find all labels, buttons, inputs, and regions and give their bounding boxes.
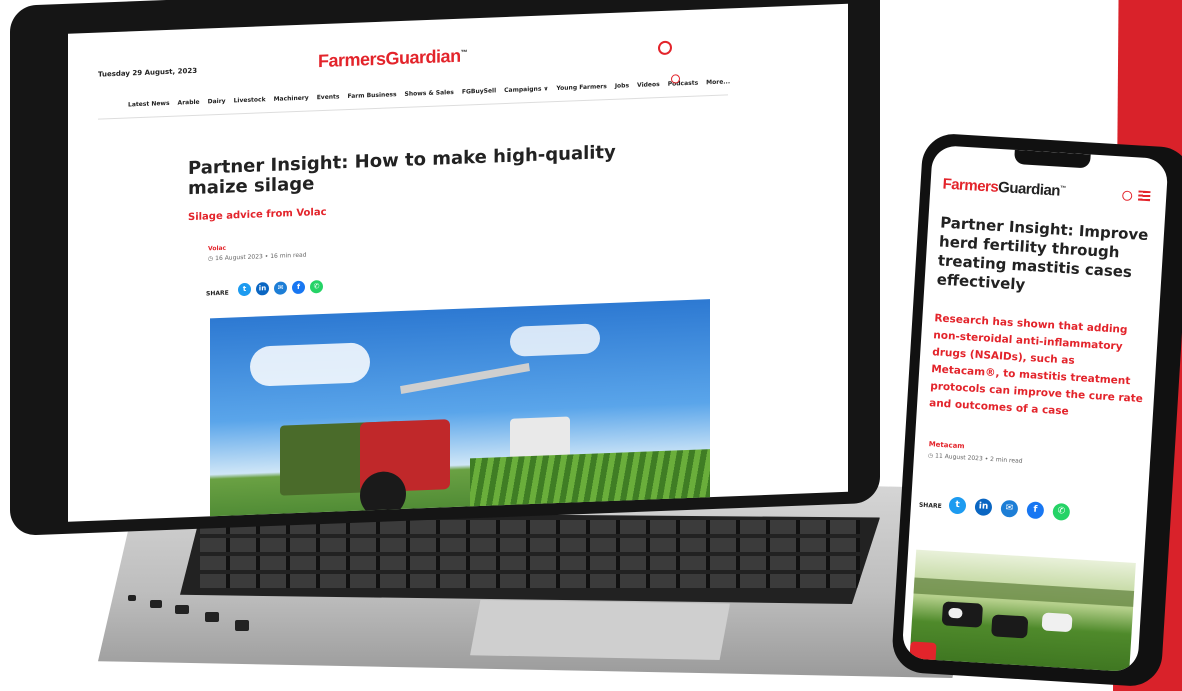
share-icons: t in ✉ f ✆ <box>238 279 323 297</box>
main-nav: Latest News Arable Dairy Livestock Machi… <box>128 78 730 108</box>
harvester-spout <box>400 363 530 394</box>
nav-campaigns[interactable]: Campaigns ∨ <box>504 85 548 94</box>
nav-events[interactable]: Events <box>317 93 340 101</box>
nav-machinery[interactable]: Machinery <box>274 95 309 103</box>
facebook-icon[interactable]: f <box>1026 501 1045 520</box>
article-hero-image <box>210 299 710 522</box>
phone-screen: FarmersGuardian™ Partner Insight: Improv… <box>901 144 1169 673</box>
phone-notch <box>1013 149 1091 169</box>
usb-port <box>128 595 136 601</box>
email-icon[interactable]: ✉ <box>274 281 287 295</box>
linkedin-icon[interactable]: in <box>974 498 993 517</box>
search-icon[interactable] <box>1121 190 1133 202</box>
nav-livestock[interactable]: Livestock <box>234 96 266 104</box>
laptop-keyboard <box>180 512 880 604</box>
red-badge <box>909 641 937 663</box>
nav-dairy[interactable]: Dairy <box>208 98 226 106</box>
cow-patch <box>948 607 963 619</box>
laptop-trackpad <box>470 600 730 660</box>
menu-icon[interactable] <box>1137 190 1151 202</box>
nav-jobs[interactable]: Jobs <box>615 82 629 90</box>
hdmi-port <box>175 605 189 614</box>
cow <box>991 614 1029 639</box>
twitter-icon[interactable]: t <box>238 282 251 297</box>
phone: FarmersGuardian™ Partner Insight: Improv… <box>890 132 1182 688</box>
whatsapp-icon[interactable]: ✆ <box>1052 502 1071 521</box>
nav-latest-news[interactable]: Latest News <box>128 100 170 109</box>
cloud <box>510 323 600 357</box>
laptop-screen: Tuesday 29 August, 2023 FarmersGuardian™… <box>68 3 848 522</box>
usb-port <box>205 612 219 622</box>
tractor-wheel <box>360 470 406 519</box>
usb-port <box>150 600 162 608</box>
nav-young-farmers[interactable]: Young Farmers <box>556 83 606 92</box>
nav-arable[interactable]: Arable <box>178 99 200 107</box>
nav-fgbuysell[interactable]: FGBuySell <box>462 87 496 95</box>
article-title: Partner Insight: How to make high-qualit… <box>188 141 616 200</box>
nav-more[interactable]: More... <box>706 78 730 86</box>
account-icon[interactable] <box>658 40 672 56</box>
article-meta: ◷ 11 August 2023 • 2 min read <box>927 452 1023 465</box>
share-icons: t in ✉ f ✆ <box>948 496 1071 521</box>
usb-port <box>235 620 249 631</box>
site-logo[interactable]: FarmersGuardian™ <box>318 45 467 72</box>
article-subtitle: Silage advice from Volac <box>188 206 327 224</box>
date-label: Tuesday 29 August, 2023 <box>98 66 198 79</box>
facebook-icon[interactable]: f <box>292 280 305 295</box>
article-hero-image <box>909 549 1136 673</box>
article-meta: ◷ 16 August 2023 • 16 min read <box>208 251 307 263</box>
whatsapp-icon[interactable]: ✆ <box>310 279 323 294</box>
twitter-icon[interactable]: t <box>948 496 967 515</box>
article-subtitle: Research has shown that adding non-stero… <box>928 312 1144 418</box>
article-title: Partner Insight: Improve herd fertility … <box>936 213 1149 294</box>
cloud <box>250 342 370 387</box>
article-author[interactable]: Volac <box>208 245 226 253</box>
linkedin-icon[interactable]: in <box>256 282 269 296</box>
article-author[interactable]: Metacam <box>928 440 964 450</box>
nav-farm-business[interactable]: Farm Business <box>347 91 396 100</box>
laptop-lid: Tuesday 29 August, 2023 FarmersGuardian™… <box>10 0 880 537</box>
nav-videos[interactable]: Videos <box>637 81 660 89</box>
nav-shows-sales[interactable]: Shows & Sales <box>405 89 454 98</box>
site-logo[interactable]: FarmersGuardian™ <box>942 176 1066 200</box>
share-label: SHARE <box>206 289 229 298</box>
share-label: SHARE <box>918 501 942 511</box>
email-icon[interactable]: ✉ <box>1000 499 1019 518</box>
cow <box>1041 612 1073 633</box>
